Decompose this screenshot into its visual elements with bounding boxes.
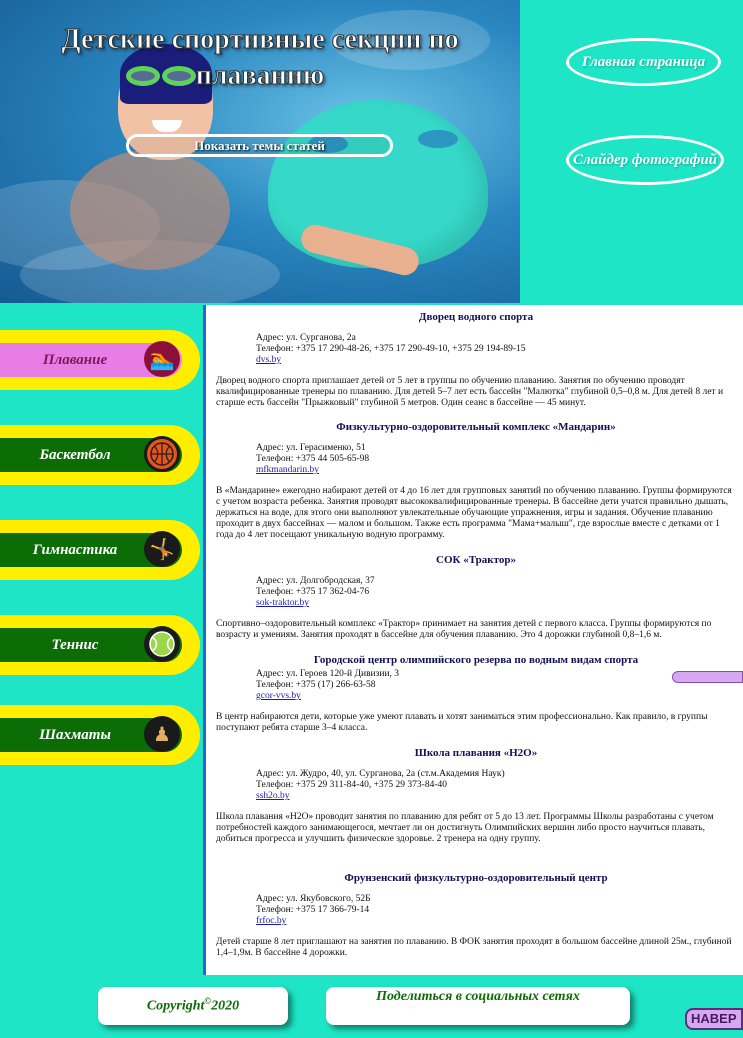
address: Адрес: ул. Сурганова, 2а <box>256 333 356 343</box>
phone: Телефон: +375 44 505-65-98 <box>256 454 370 464</box>
side-nav-tab[interactable] <box>672 671 743 683</box>
sidebar-item-label: Шахматы <box>39 727 111 743</box>
section-text: В «Мандарине» ежегодно набирают детей от… <box>216 486 732 540</box>
section-olympic-reserve: Городской центр олимпийского резерва по … <box>216 655 736 734</box>
section-text: В центр набираются дети, которые уже уме… <box>216 712 708 733</box>
address: Адрес: ул. Жудро, 40, ул. Сурганова, 2а … <box>256 769 505 779</box>
copyright-text: Copyright <box>146 998 205 1014</box>
phone: Телефон: +375 (17) 266-63-58 <box>256 680 376 690</box>
section-frunzensky: Фрунзенский физкультурно-оздоровительный… <box>216 873 736 959</box>
address: Адрес: ул. Герасименко, 51 <box>256 443 366 453</box>
sidebar-item-label: Гимнастика <box>32 542 118 558</box>
sidebar-item-basketball[interactable]: Баскетбол <box>0 425 200 485</box>
address: Адрес: ул. Якубовского, 52Б <box>256 894 371 904</box>
sidebar-item-gymnastics[interactable]: Гимнастика 🤸 <box>0 520 200 580</box>
section-text: Дворец водного спорта приглашает детей о… <box>216 376 724 408</box>
show-topics-button[interactable]: Показать темы статей <box>126 134 393 157</box>
swimming-icon: 🏊 <box>144 341 180 377</box>
section-dvs: Дворец водного спорта Адрес: ул. Сургано… <box>216 312 736 409</box>
copyright-year: 2020 <box>211 998 240 1014</box>
address: Адрес: ул. Долгобродская, 37 <box>256 576 375 586</box>
website-link[interactable]: ssh2o.by <box>256 791 290 801</box>
sidebar-item-label: Плавание <box>42 352 108 368</box>
section-title: Фрунзенский физкультурно-оздоровительный… <box>344 872 608 884</box>
section-title: СОК «Трактор» <box>436 554 516 566</box>
site-title: Детские спортивные секции по плаванию <box>61 24 459 92</box>
chess-pawn-icon: ♟ <box>144 716 180 752</box>
website-link[interactable]: dvs.by <box>256 355 281 365</box>
website-link[interactable]: sok-traktor.by <box>256 598 309 608</box>
website-link[interactable]: mfkmandarin.by <box>256 465 319 475</box>
section-title: Физкультурно-оздоровительный комплекс «М… <box>336 421 616 433</box>
sidebar-item-chess[interactable]: Шахматы ♟ <box>0 705 200 765</box>
home-page-button[interactable]: Главная страница <box>566 38 721 86</box>
section-title: Школа плавания «H2O» <box>414 747 538 759</box>
section-text: Школа плавания «H2O» проводит занятия по… <box>216 812 714 844</box>
gymnastics-icon: 🤸 <box>144 531 180 567</box>
section-text: Спортивно–оздоровительный комплекс «Трак… <box>216 619 712 640</box>
address: Адрес: ул. Героев 120-й Дивизии, 3 <box>256 669 400 679</box>
section-title: Дворец водного спорта <box>418 311 534 323</box>
phone: Телефон: +375 29 311-84-40, +375 29 373-… <box>256 780 448 790</box>
phone: Телефон: +375 17 290-48-26, +375 17 290-… <box>256 344 526 354</box>
sidebar-item-swimming[interactable]: Плавание 🏊 <box>0 330 200 390</box>
phone: Телефон: +375 17 362-04-76 <box>256 587 370 597</box>
scroll-to-top-button[interactable]: НАВЕР <box>685 1008 743 1030</box>
website-link[interactable]: frfoc.by <box>256 916 286 926</box>
sidebar-item-label: Теннис <box>51 637 99 653</box>
photo-slider-button[interactable]: Слайдер фотографий <box>566 135 724 185</box>
share-social-button[interactable]: Поделиться в социальных сетях <box>326 987 630 1025</box>
basketball-icon <box>144 436 180 472</box>
section-h2o: Школа плавания «H2O» Адрес: ул. Жудро, 4… <box>216 748 736 845</box>
website-link[interactable]: gcor-vvs.by <box>256 691 301 701</box>
section-mandarin: Физкультурно-оздоровительный комплекс «М… <box>216 422 736 541</box>
section-title: Городской центр олимпийского резерва по … <box>313 654 639 666</box>
sidebar-item-tennis[interactable]: Теннис <box>0 615 200 675</box>
section-traktor: СОК «Трактор» Адрес: ул. Долгобродская, … <box>216 555 736 641</box>
content-panel: Дворец водного спорта Адрес: ул. Сургано… <box>203 305 743 975</box>
phone: Телефон: +375 17 366-79-14 <box>256 905 370 915</box>
section-text: Детей старше 8 лет приглашают на занятия… <box>216 937 732 958</box>
tennis-ball-icon <box>144 626 180 662</box>
sidebar-item-label: Баскетбол <box>39 447 111 463</box>
copyright: Copyright©2020 <box>98 987 288 1025</box>
